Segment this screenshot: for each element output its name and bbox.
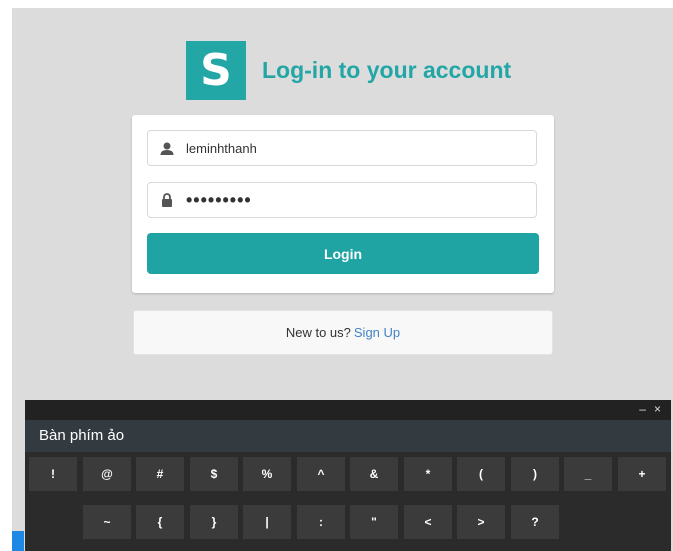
login-button[interactable]: Login bbox=[147, 233, 539, 274]
password-value: ••••••••• bbox=[186, 189, 252, 210]
username-value: leminhthanh bbox=[186, 140, 257, 156]
user-icon bbox=[148, 142, 186, 155]
keyboard-title: Bàn phím ảo bbox=[39, 427, 125, 444]
key-plus[interactable]: + bbox=[618, 457, 666, 491]
key-ampersand[interactable]: & bbox=[350, 457, 398, 491]
key-at[interactable]: @ bbox=[83, 457, 131, 491]
key-close-paren[interactable]: ) bbox=[511, 457, 559, 491]
key-exclamation[interactable]: ! bbox=[29, 457, 77, 491]
signup-message: New to us? Sign Up bbox=[133, 310, 553, 355]
taskbar-edge bbox=[12, 531, 24, 551]
virtual-keyboard: – × Bàn phím ảo ! @ # $ % ^ & * ( ) _ + … bbox=[25, 400, 671, 551]
minimize-icon[interactable]: – bbox=[639, 402, 646, 416]
key-asterisk[interactable]: * bbox=[404, 457, 452, 491]
lock-icon bbox=[148, 193, 186, 207]
key-hash[interactable]: # bbox=[136, 457, 184, 491]
login-header: S Log-in to your account bbox=[186, 41, 511, 100]
password-field[interactable]: ••••••••• bbox=[147, 182, 537, 218]
key-double-quote[interactable]: " bbox=[350, 505, 398, 539]
key-less-than[interactable]: < bbox=[404, 505, 452, 539]
close-icon[interactable]: × bbox=[654, 402, 661, 416]
key-greater-than[interactable]: > bbox=[457, 505, 505, 539]
signup-link[interactable]: Sign Up bbox=[354, 325, 400, 340]
key-pipe[interactable]: | bbox=[243, 505, 291, 539]
logo: S bbox=[186, 41, 246, 100]
key-open-paren[interactable]: ( bbox=[457, 457, 505, 491]
key-tilde[interactable]: ~ bbox=[83, 505, 131, 539]
key-percent[interactable]: % bbox=[243, 457, 291, 491]
key-caret[interactable]: ^ bbox=[297, 457, 345, 491]
keyboard-titlebar: – × bbox=[25, 400, 671, 420]
key-question[interactable]: ? bbox=[511, 505, 559, 539]
login-form: leminhthanh ••••••••• Login bbox=[132, 115, 554, 293]
username-field[interactable]: leminhthanh bbox=[147, 130, 537, 166]
key-underscore[interactable]: _ bbox=[564, 457, 612, 491]
signup-text: New to us? bbox=[285, 325, 351, 340]
key-dollar[interactable]: $ bbox=[190, 457, 238, 491]
key-colon[interactable]: : bbox=[297, 505, 345, 539]
key-open-brace[interactable]: { bbox=[136, 505, 184, 539]
keyboard-header: Bàn phím ảo bbox=[25, 420, 671, 452]
page-title: Log-in to your account bbox=[262, 57, 512, 83]
key-close-brace[interactable]: } bbox=[190, 505, 238, 539]
